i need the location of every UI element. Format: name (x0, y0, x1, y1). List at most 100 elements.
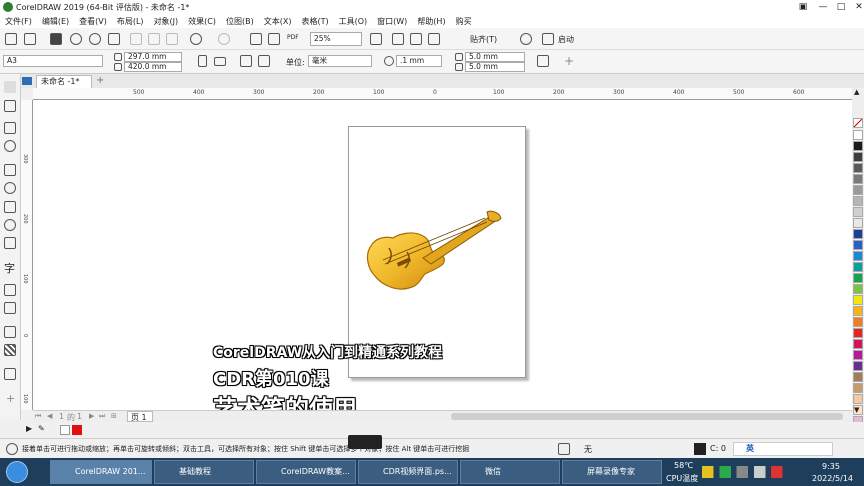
page-height-field[interactable]: 420.0 mm (124, 62, 182, 72)
duplicate-y-field[interactable]: 5.0 mm (465, 62, 525, 72)
page-tab[interactable]: 页 1 (127, 411, 153, 422)
menu-text[interactable]: 文本(X) (259, 16, 297, 27)
page-size-select[interactable]: A3 (3, 55, 103, 67)
import-icon[interactable] (250, 33, 262, 45)
landscape-orientation-icon[interactable] (214, 57, 226, 66)
color-swatch[interactable] (853, 163, 863, 173)
drop-shadow-tool-icon[interactable] (4, 326, 16, 338)
color-swatch[interactable] (853, 273, 863, 283)
fill-none-icon[interactable] (558, 443, 570, 455)
next-page-icon[interactable]: ▶ (89, 412, 94, 420)
outline-color-swatch[interactable] (694, 443, 706, 455)
color-swatch[interactable] (853, 174, 863, 184)
export-icon[interactable] (268, 33, 280, 45)
nudge-distance-field[interactable]: .1 mm (396, 55, 442, 67)
doc-palette-arrow-icon[interactable]: ▶ (26, 424, 32, 433)
palette-scroll-down-icon[interactable]: ▼ (854, 406, 859, 414)
menu-effects[interactable]: 效果(C) (183, 16, 221, 27)
doc-palette-eyedropper-icon[interactable]: ✎ (38, 424, 45, 433)
open-folder-icon[interactable] (24, 33, 36, 45)
launch-dropdown[interactable]: 启动 (558, 34, 574, 45)
duplicate-x-field[interactable]: 5.0 mm (465, 52, 525, 62)
palette-scroll-up-icon[interactable]: ▲ (854, 88, 859, 96)
color-swatch[interactable] (853, 251, 863, 261)
color-swatch[interactable] (853, 284, 863, 294)
polygon-tool-icon[interactable] (4, 237, 16, 249)
taskbar-item-coreldraw[interactable]: CorelDRAW 201... (50, 460, 152, 484)
color-swatch[interactable] (853, 262, 863, 272)
drawing-canvas[interactable]: CorelDRAW从入门到精通系列教程 CDR第010课 艺术笔的使用 (33, 100, 852, 423)
menu-help[interactable]: 帮助(H) (412, 16, 450, 27)
color-swatch[interactable] (853, 218, 863, 228)
menu-layout[interactable]: 布局(L) (112, 16, 149, 27)
add-page-icon[interactable]: ⊞ (111, 412, 117, 420)
zoom-level-select[interactable]: 25% (310, 32, 362, 46)
color-swatch[interactable] (853, 207, 863, 217)
start-button-icon[interactable] (6, 461, 28, 483)
welcome-home-icon[interactable] (22, 77, 32, 85)
redo-icon[interactable] (218, 33, 230, 45)
color-swatch[interactable] (853, 141, 863, 151)
previous-page-icon[interactable]: ◀ (47, 412, 52, 420)
color-swatch[interactable] (853, 317, 863, 327)
artistic-media-tool-icon[interactable] (4, 182, 16, 194)
export-pdf-button[interactable]: PDF (287, 34, 299, 41)
color-swatch[interactable] (853, 295, 863, 305)
color-swatch[interactable] (853, 350, 863, 360)
snap-to-dropdown[interactable]: 贴齐(T) (470, 34, 497, 45)
taskbar-item-folder[interactable]: 基础教程 (154, 460, 254, 484)
add-tab-button[interactable]: + (96, 75, 104, 86)
taskbar-item-lesson-plan[interactable]: CorelDRAW教案... (256, 460, 356, 484)
ellipse-tool-icon[interactable] (4, 219, 16, 231)
paste-icon[interactable] (166, 33, 178, 45)
undo-icon[interactable] (190, 33, 202, 45)
color-swatch[interactable] (853, 394, 863, 404)
options-gear-icon[interactable] (520, 33, 532, 45)
ime-language-label[interactable]: 英 (746, 443, 754, 454)
menu-object[interactable]: 对象(J) (149, 16, 184, 27)
connector-tool-icon[interactable] (4, 302, 16, 314)
color-swatch[interactable] (853, 306, 863, 316)
tab-document[interactable]: 未命名 -1* (36, 75, 92, 88)
color-swatch[interactable] (853, 196, 863, 206)
customize-toolbox-button[interactable]: + (6, 392, 15, 405)
zoom-tool-icon[interactable] (4, 140, 16, 152)
transparency-tool-icon[interactable] (4, 344, 16, 356)
shape-tool-icon[interactable] (4, 100, 16, 112)
pick-tool-icon[interactable] (4, 81, 16, 93)
crop-tool-icon[interactable] (4, 122, 16, 134)
menu-view[interactable]: 查看(V) (74, 16, 112, 27)
user-icon[interactable]: ▣ (792, 0, 814, 14)
zoom-to-page-icon[interactable] (370, 33, 382, 45)
color-swatch[interactable] (853, 328, 863, 338)
guidelines-icon[interactable] (428, 33, 440, 45)
menu-file[interactable]: 文件(F) (0, 16, 37, 27)
cut-icon[interactable] (130, 33, 142, 45)
all-pages-icon[interactable] (240, 55, 252, 67)
text-tool-icon[interactable]: 字 (4, 260, 15, 276)
tray-icons[interactable] (702, 466, 798, 478)
copy-icon[interactable] (148, 33, 160, 45)
clock-date[interactable]: 2022/5/14 (812, 474, 853, 483)
units-select[interactable]: 毫米 (308, 55, 372, 67)
current-page-icon[interactable] (258, 55, 270, 67)
taskbar-item-screen-recorder[interactable]: 屏幕录像专家 (562, 460, 662, 484)
show-grid-icon[interactable] (410, 33, 422, 45)
full-screen-icon[interactable] (392, 33, 404, 45)
treat-as-filled-icon[interactable] (537, 55, 549, 67)
launch-app-icon[interactable] (542, 33, 554, 45)
horizontal-ruler[interactable]: 5004003002001000100200300400500600700 (33, 88, 864, 100)
color-swatch[interactable] (853, 130, 863, 140)
last-page-icon[interactable]: ⏭ (99, 412, 105, 421)
cloud-download-icon[interactable] (89, 33, 101, 45)
cloud-upload-icon[interactable] (70, 33, 82, 45)
parallel-dimension-tool-icon[interactable] (4, 284, 16, 296)
color-swatch[interactable] (853, 372, 863, 382)
clock-time[interactable]: 9:35 (822, 462, 840, 471)
horizontal-scrollbar[interactable] (451, 413, 843, 420)
color-swatch[interactable] (853, 383, 863, 393)
vertical-ruler[interactable]: 300 200 100 0 100 (21, 100, 33, 410)
print-icon[interactable] (108, 33, 120, 45)
color-swatch[interactable] (853, 229, 863, 239)
color-swatch[interactable] (853, 361, 863, 371)
